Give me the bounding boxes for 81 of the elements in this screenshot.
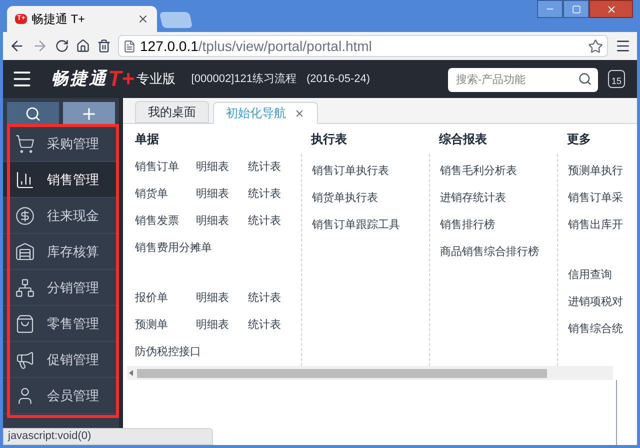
close-icon bbox=[606, 4, 616, 14]
calendar-day: 15 bbox=[611, 75, 622, 87]
nav-link[interactable]: 商品销售综合排行榜 bbox=[440, 244, 539, 261]
plus-icon bbox=[80, 105, 98, 123]
nav-link[interactable]: 销货单执行表 bbox=[312, 190, 378, 207]
trash-icon[interactable] bbox=[97, 39, 111, 53]
nav-link[interactable]: 明细表 bbox=[196, 290, 248, 307]
nav-link[interactable]: 销售毛利分析表 bbox=[440, 163, 517, 180]
nav-link[interactable]: 销售订单 bbox=[135, 159, 196, 176]
network-icon bbox=[15, 278, 35, 298]
nav-link[interactable]: 明细表 bbox=[196, 317, 248, 334]
scroll-left-icon[interactable] bbox=[129, 370, 133, 376]
nav-link[interactable]: 销售综合统 bbox=[568, 321, 623, 338]
sidebar-item[interactable]: 销售管理 bbox=[3, 162, 119, 198]
sidebar-item[interactable]: 分销管理 bbox=[3, 270, 119, 306]
warehouse-icon bbox=[15, 242, 35, 262]
star-icon[interactable] bbox=[588, 38, 603, 54]
nav-link[interactable]: 销售发票 bbox=[135, 213, 196, 230]
menu-icon[interactable] bbox=[615, 38, 631, 54]
tab-title: 畅捷通 T+ bbox=[31, 11, 86, 28]
column-heading: 单据 bbox=[135, 131, 160, 148]
close-icon[interactable] bbox=[294, 108, 305, 118]
url-text: 127.0.0.1/tplus/view/portal/portal.html bbox=[140, 36, 373, 56]
cart-icon bbox=[15, 134, 35, 154]
nav-link[interactable]: 明细表 bbox=[196, 213, 248, 230]
sidebar-item[interactable]: 促销管理 bbox=[3, 342, 119, 378]
horizontal-scrollbar[interactable] bbox=[127, 366, 613, 380]
nav-link[interactable]: 预测单执行 bbox=[568, 163, 623, 180]
search-icon bbox=[25, 106, 41, 122]
nav-link[interactable]: 进销项税对 bbox=[568, 294, 623, 311]
nav-link[interactable]: 统计表 bbox=[248, 159, 300, 176]
nav-link[interactable]: 销售出库开 bbox=[568, 217, 623, 234]
maximize-icon bbox=[572, 4, 580, 14]
nav-link[interactable]: 销货单 bbox=[135, 186, 196, 203]
nav-link[interactable]: 统计表 bbox=[248, 290, 300, 307]
column-heading: 执行表 bbox=[311, 131, 348, 148]
nav-link[interactable]: 统计表 bbox=[248, 317, 300, 334]
sidebar-item[interactable]: 往来现金 bbox=[3, 198, 119, 234]
maximize-button[interactable] bbox=[563, 0, 589, 18]
reload-icon[interactable] bbox=[55, 39, 69, 53]
search-icon[interactable] bbox=[578, 72, 592, 86]
nav-link[interactable]: 进销存统计表 bbox=[440, 190, 506, 207]
address-bar[interactable]: 127.0.0.1/tplus/view/portal/portal.html bbox=[118, 35, 608, 57]
nav-link[interactable]: 报价单 bbox=[135, 290, 196, 307]
logo-text: 畅捷通 bbox=[51, 68, 108, 90]
nav-link[interactable]: 销售订单执行表 bbox=[312, 163, 389, 180]
sidebar-item[interactable]: 零售管理 bbox=[3, 306, 119, 342]
nav-link[interactable]: 统计表 bbox=[248, 186, 300, 203]
nav-link[interactable]: 明细表 bbox=[196, 186, 248, 203]
sidebar-item[interactable]: 库存核算 bbox=[3, 234, 119, 270]
column-heading: 综合报表 bbox=[439, 131, 488, 148]
nav-link[interactable]: 销售排行榜 bbox=[440, 217, 495, 234]
sidebar-item[interactable]: 会员管理 bbox=[3, 378, 119, 414]
home-icon[interactable] bbox=[76, 39, 90, 53]
nav-link[interactable]: 统计表 bbox=[248, 213, 300, 230]
close-button[interactable] bbox=[589, 0, 633, 18]
search-field[interactable]: 搜索-产品功能 bbox=[448, 68, 598, 92]
calendar-icon[interactable]: 15 bbox=[608, 70, 625, 88]
logo-mark: T+ bbox=[108, 68, 134, 90]
status-bar: javascript:void(0) bbox=[3, 428, 213, 445]
tab[interactable]: 我的桌面 bbox=[135, 101, 209, 123]
nav-link[interactable]: 明细表 bbox=[196, 159, 248, 176]
bag-icon bbox=[15, 314, 35, 334]
edition-label: 专业版 bbox=[136, 70, 176, 88]
scrollbar-thumb[interactable] bbox=[137, 368, 547, 378]
company-label: [000002]121练习流程 bbox=[191, 72, 296, 87]
date-label: (2016-05-24) bbox=[306, 72, 370, 87]
close-icon[interactable] bbox=[137, 13, 149, 25]
nav-link[interactable]: 销售订单采 bbox=[568, 190, 623, 207]
nav-link[interactable]: 信用查询 bbox=[568, 267, 612, 284]
back-icon[interactable] bbox=[9, 38, 25, 54]
nav-link[interactable]: 防伪税控接口 bbox=[135, 344, 201, 361]
column-heading: 更多 bbox=[567, 131, 592, 148]
megaphone-icon bbox=[15, 350, 35, 370]
nav-link[interactable]: 销售费用分摊单 bbox=[135, 240, 212, 257]
page-icon bbox=[123, 40, 136, 52]
dollar-icon bbox=[15, 206, 35, 226]
bar-chart-icon bbox=[15, 170, 35, 190]
search-button[interactable] bbox=[7, 102, 59, 126]
nav-link[interactable]: 预测单 bbox=[135, 317, 196, 334]
nav-link[interactable]: 销售订单跟踪工具 bbox=[312, 217, 400, 234]
